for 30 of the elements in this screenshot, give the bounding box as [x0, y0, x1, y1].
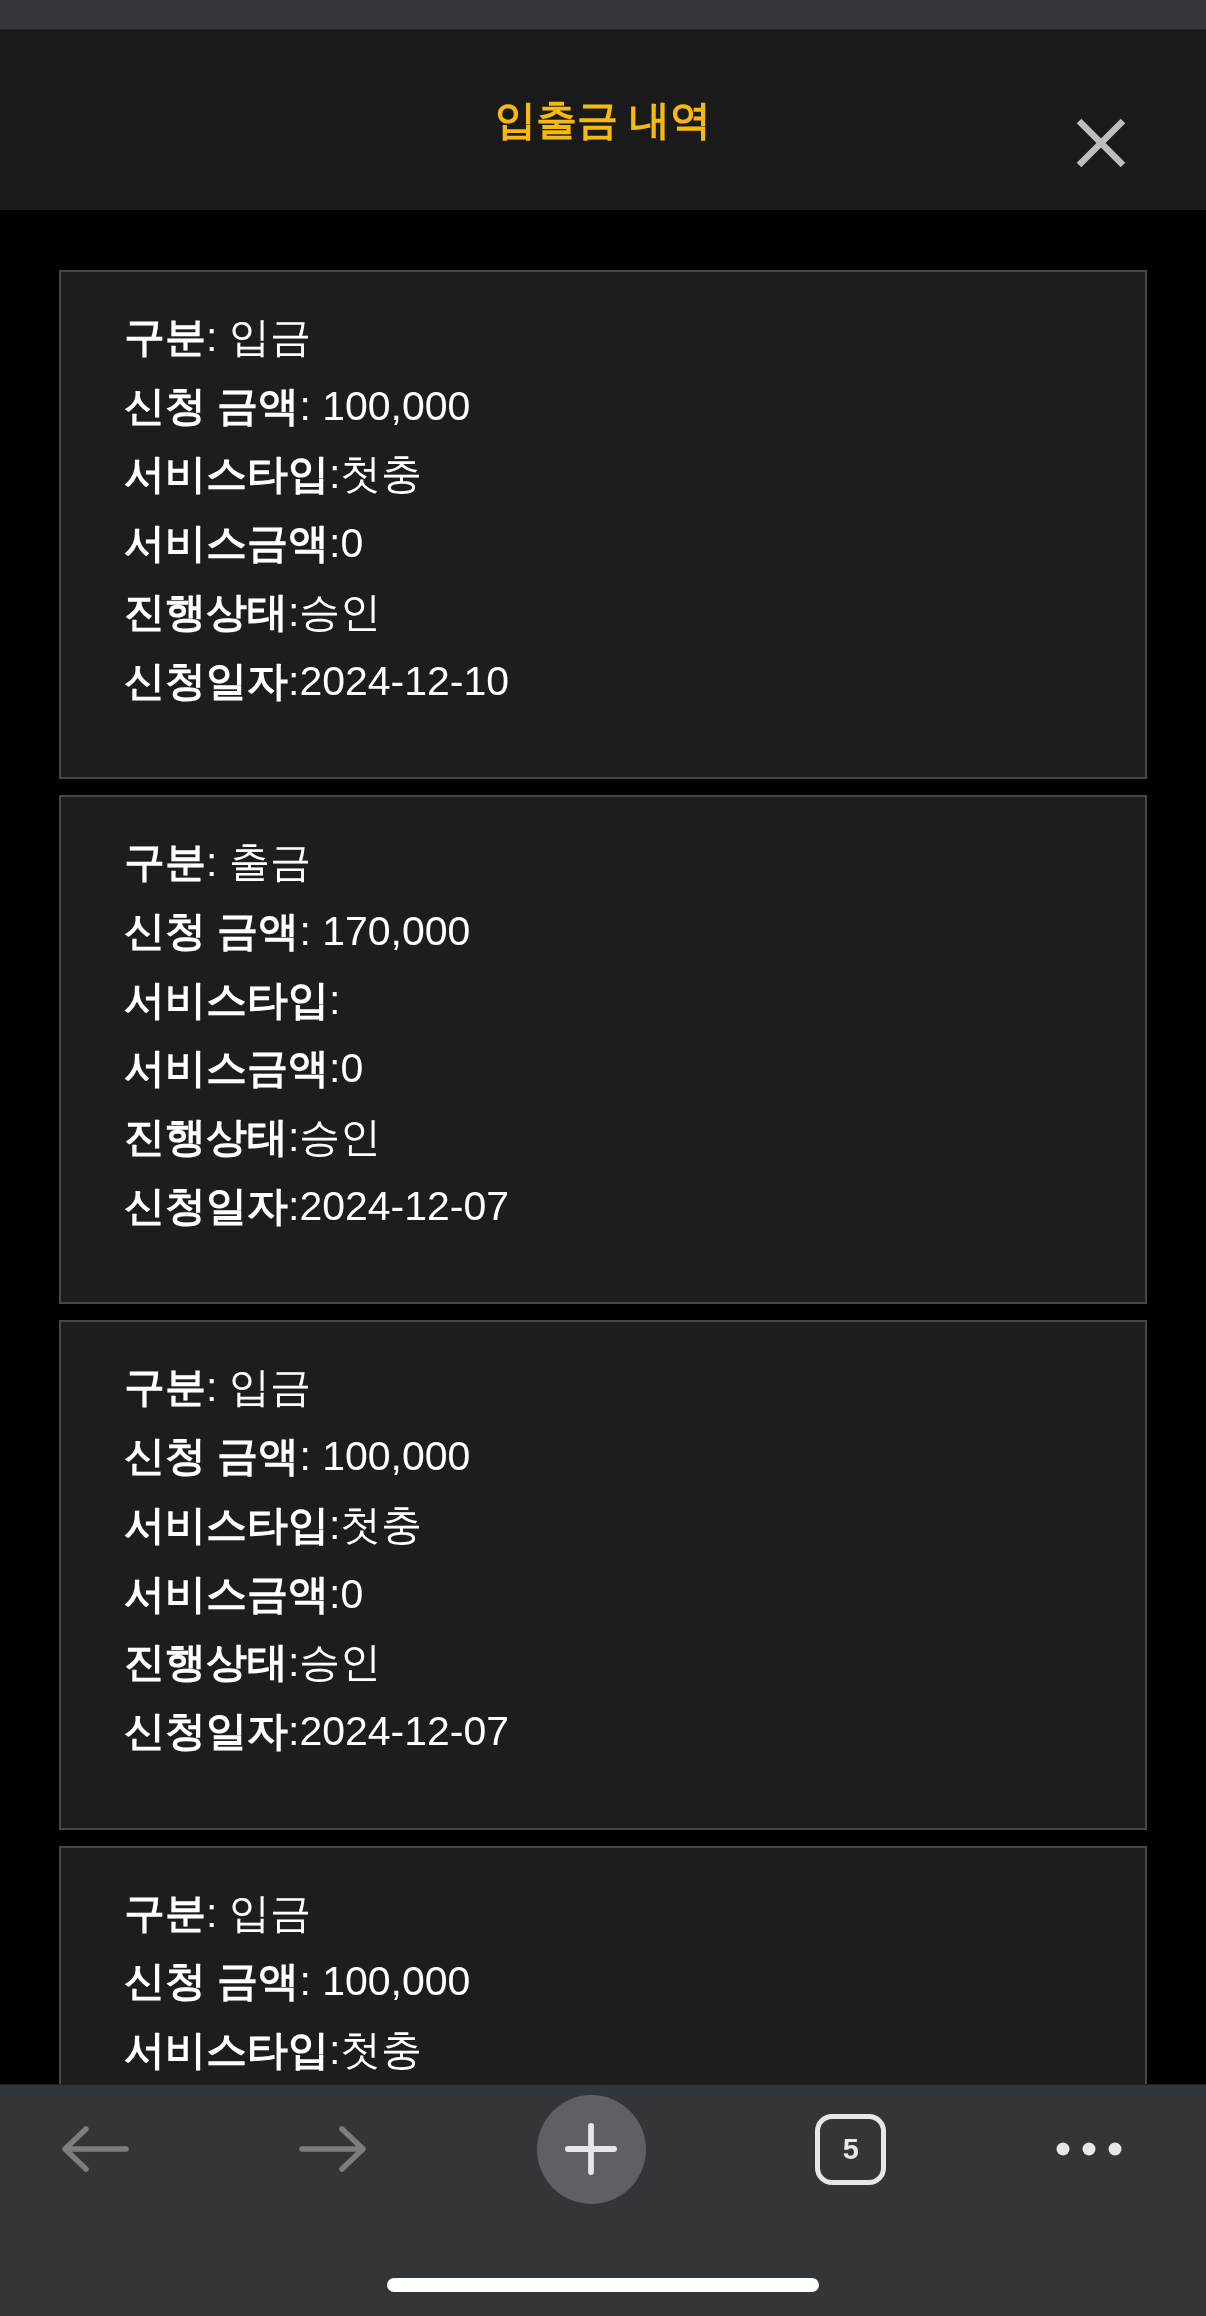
detail-line: 구분: 입금 — [124, 1363, 312, 1413]
close-icon — [1076, 118, 1126, 168]
plus-icon — [565, 2123, 617, 2175]
detail-line: 서비스타입:첫충 — [124, 450, 424, 500]
detail-line: 진행상태:승인 — [124, 1113, 383, 1163]
detail-line: 서비스금액:0 — [124, 1569, 365, 1619]
detail-line: 신청일자:2024-12-07 — [124, 1181, 511, 1231]
close-button[interactable] — [1076, 118, 1126, 168]
detail-line: 신청 금액: 100,000 — [124, 1432, 472, 1482]
detail-line: 신청일자:2024-12-10 — [124, 656, 511, 706]
detail-line: 서비스금액:0 — [124, 519, 365, 569]
detail-line: 서비스타입:첫충 — [124, 1500, 424, 1550]
detail-line: 구분: 입금 — [124, 313, 312, 362]
detail-line: 신청일자:2024-12-07 — [124, 1706, 511, 1756]
detail-line: 진행상태:승인 — [124, 587, 383, 637]
more-button[interactable] — [1056, 2142, 1122, 2156]
back-arrow-icon — [61, 2126, 129, 2172]
detail-line: 구분: 입금 — [124, 1888, 312, 1938]
detail-line: 신청 금액: 100,000 — [124, 1957, 472, 2007]
detail-line: 구분: 출금 — [124, 838, 312, 888]
detail-line: 신청 금액: 170,000 — [124, 906, 472, 956]
page-title: 입출금 내역 — [494, 95, 712, 145]
detail-line: 서비스타입:첫충 — [124, 2026, 424, 2076]
detail-line: 신청 금액: 100,000 — [124, 381, 472, 431]
detail-line: 진행상태:승인 — [124, 1638, 383, 1688]
more-icon — [1056, 2142, 1122, 2156]
tab-count-button[interactable]: 5 — [815, 2113, 887, 2185]
detail-line: 서비스타입: — [124, 975, 342, 1025]
forward-arrow-icon — [298, 2126, 367, 2172]
detail-line: 서비스금액:0 — [124, 1044, 365, 1094]
